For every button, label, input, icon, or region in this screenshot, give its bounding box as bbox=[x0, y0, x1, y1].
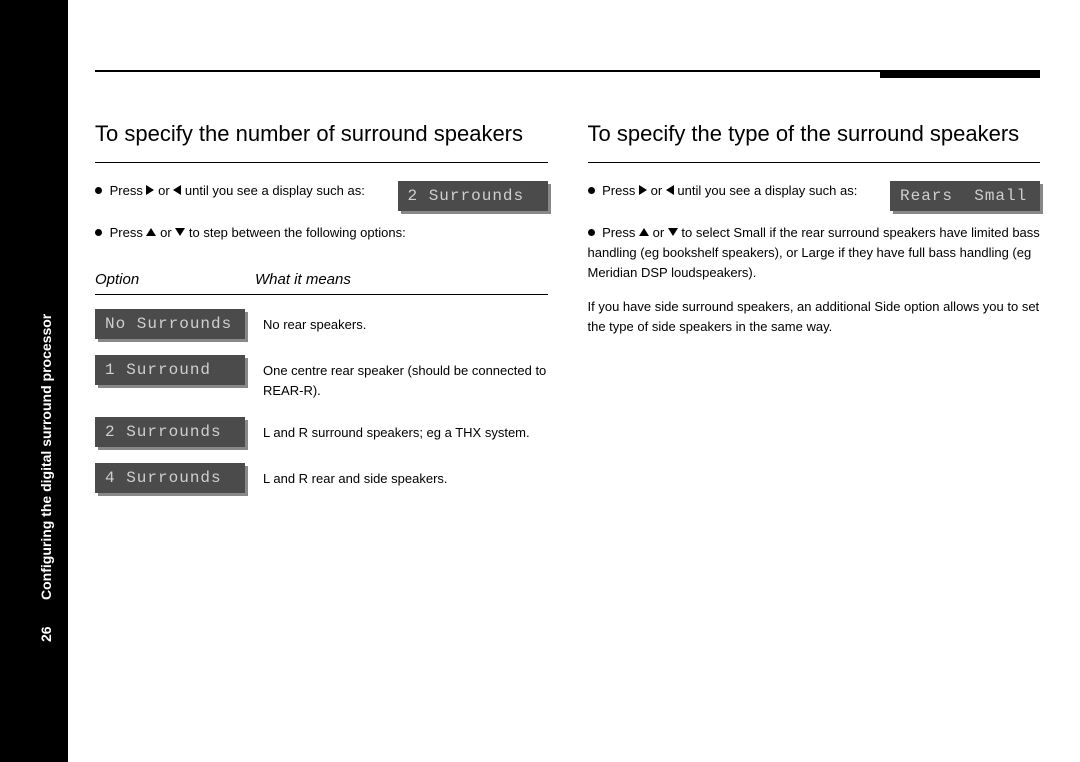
sidebar-title: Configuring the digital surround process… bbox=[38, 314, 54, 600]
text-fragment: Press bbox=[110, 225, 147, 240]
bullet-icon bbox=[588, 187, 595, 194]
lcd-display: No Surrounds bbox=[95, 309, 245, 339]
down-arrow-icon bbox=[175, 228, 185, 236]
text-fragment: or bbox=[160, 225, 175, 240]
instruction-text: Press or to step between the following o… bbox=[95, 223, 548, 243]
bullet-icon bbox=[588, 229, 595, 236]
lcd-display: Rears Small bbox=[890, 181, 1040, 211]
text-fragment: or bbox=[653, 225, 668, 240]
header-option: Option bbox=[95, 271, 255, 288]
divider bbox=[588, 162, 1041, 163]
lcd-display: 1 Surround bbox=[95, 355, 245, 385]
up-arrow-icon bbox=[146, 228, 156, 236]
instruction-text: Press or until you see a display such as… bbox=[588, 181, 877, 201]
top-rule bbox=[95, 70, 1040, 72]
lcd-display: 4 Surrounds bbox=[95, 463, 245, 493]
instruction-text: Press or to select Small if the rear sur… bbox=[588, 223, 1041, 283]
instruction-text: Press or until you see a display such as… bbox=[95, 181, 384, 201]
text-fragment: Press bbox=[602, 183, 639, 198]
instruction-row: Press or until you see a display such as… bbox=[588, 181, 1041, 211]
page-number: 26 bbox=[38, 626, 54, 642]
page-content: To specify the number of surround speake… bbox=[95, 70, 1040, 509]
text-fragment: Press bbox=[602, 225, 639, 240]
lcd-display: 2 Surrounds bbox=[398, 181, 548, 211]
text-fragment: until you see a display such as: bbox=[677, 183, 857, 198]
sidebar: 26 Configuring the digital surround proc… bbox=[0, 0, 68, 762]
text-fragment: to step between the following options: bbox=[189, 225, 406, 240]
left-column: To specify the number of surround speake… bbox=[95, 120, 548, 509]
option-row: 4 Surrounds L and R rear and side speake… bbox=[95, 463, 548, 493]
down-arrow-icon bbox=[668, 228, 678, 236]
up-arrow-icon bbox=[639, 228, 649, 236]
right-column: To specify the type of the surround spea… bbox=[588, 120, 1041, 509]
divider bbox=[95, 294, 548, 295]
right-arrow-icon bbox=[146, 185, 154, 195]
option-description: L and R rear and side speakers. bbox=[263, 463, 548, 489]
text-fragment: until you see a display such as: bbox=[185, 183, 365, 198]
right-arrow-icon bbox=[639, 185, 647, 195]
right-heading: To specify the type of the surround spea… bbox=[588, 120, 1041, 148]
columns: To specify the number of surround speake… bbox=[95, 120, 1040, 509]
text-fragment: or bbox=[651, 183, 666, 198]
option-description: No rear speakers. bbox=[263, 309, 548, 335]
left-arrow-icon bbox=[173, 185, 181, 195]
header-meaning: What it means bbox=[255, 271, 548, 288]
lcd-display: 2 Surrounds bbox=[95, 417, 245, 447]
option-row: 2 Surrounds L and R surround speakers; e… bbox=[95, 417, 548, 447]
bullet-icon bbox=[95, 229, 102, 236]
text-fragment: Press bbox=[110, 183, 147, 198]
left-heading: To specify the number of surround speake… bbox=[95, 120, 548, 148]
bullet-icon bbox=[95, 187, 102, 194]
text-fragment: or bbox=[158, 183, 173, 198]
option-description: One centre rear speaker (should be conne… bbox=[263, 355, 548, 401]
paragraph: If you have side surround speakers, an a… bbox=[588, 297, 1041, 337]
option-row: 1 Surround One centre rear speaker (shou… bbox=[95, 355, 548, 401]
options-table-header: Option What it means bbox=[95, 271, 548, 288]
instruction-row: Press or until you see a display such as… bbox=[95, 181, 548, 211]
left-arrow-icon bbox=[666, 185, 674, 195]
option-row: No Surrounds No rear speakers. bbox=[95, 309, 548, 339]
option-description: L and R surround speakers; eg a THX syst… bbox=[263, 417, 548, 443]
divider bbox=[95, 162, 548, 163]
